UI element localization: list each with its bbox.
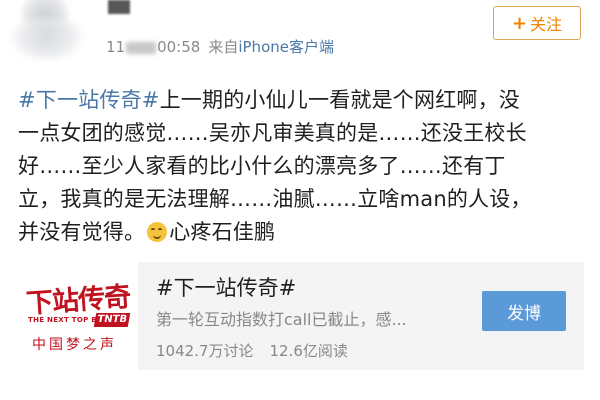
logo-badge: TNTB	[93, 313, 131, 327]
follow-label: 关注	[530, 15, 563, 34]
avatar[interactable]	[0, 0, 95, 62]
read-count: 12.6亿阅读	[269, 342, 348, 360]
post-time: 11 00:58	[106, 38, 201, 56]
topic-description: 第一轮互动指数打call已截止，感...	[156, 310, 407, 329]
post-content: #下一站传奇#上一期的小仙儿一看就是个网红啊，没 一点女团的感觉……吴亦凡审美真…	[18, 84, 588, 249]
redacted-date	[126, 41, 157, 54]
hashtag-link[interactable]: #下一站传奇#	[18, 88, 160, 112]
redacted-username	[108, 0, 130, 14]
plus-icon: +	[511, 12, 528, 34]
post-line-3: 好……至少人家看的比小什么的漂亮多了……还有丁	[18, 154, 506, 178]
logo-tagline: 中国梦之声	[32, 337, 117, 353]
discussion-count: 1042.7万讨论	[156, 342, 254, 360]
topic-card[interactable]: 下站传奇 THE NEXT TOP BANG TNTB 中国梦之声 #下一站传奇…	[18, 262, 584, 370]
post-line-1: #下一站传奇#上一期的小仙儿一看就是个网红啊，没	[18, 88, 520, 112]
upside-down-face-icon	[147, 222, 168, 242]
source-prefix: 来自	[208, 38, 239, 56]
show-logo: 下站传奇 THE NEXT TOP BANG TNTB 中国梦之声	[18, 262, 138, 370]
post-button[interactable]: 发博	[482, 291, 566, 331]
post-line-4: 立，我真的是无法理解……油腻……立啥man的人设，	[18, 187, 532, 211]
weibo-post: 11 00:58 来自iPhone客户端 + 关注 #下一站传奇#上一期的小仙儿一看…	[0, 0, 600, 400]
post-line-2: 一点女团的感觉……吴亦凡审美真的是……还没王校长	[18, 121, 527, 145]
follow-button[interactable]: + 关注	[493, 6, 581, 40]
topic-title[interactable]: #下一站传奇#	[156, 272, 296, 302]
topic-stats: 1042.7万讨论 12.6亿阅读	[156, 340, 348, 361]
post-line-5: 并没有觉得。 心疼石佳鹏	[18, 220, 276, 244]
source-link[interactable]: iPhone客户端	[238, 38, 334, 56]
post-meta: 11 00:58 来自iPhone客户端	[106, 36, 334, 57]
